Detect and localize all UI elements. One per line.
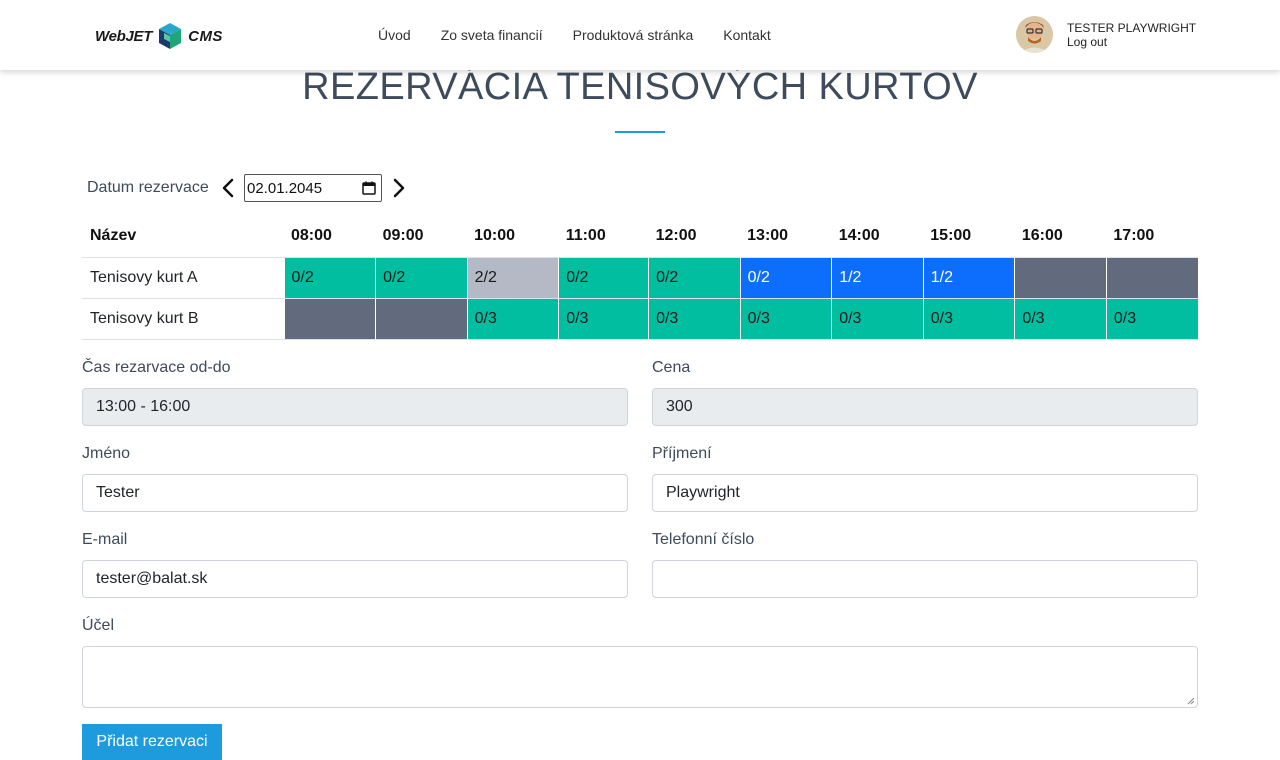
- logout-link[interactable]: Log out: [1067, 35, 1196, 49]
- add-reservation-button[interactable]: Přidat rezervaci: [82, 724, 222, 760]
- table-row: Tenisovy kurt B 0/3 0/3 0/3 0/3 0/3 0/3 0/3 0/3: [82, 298, 1198, 340]
- last-name-field[interactable]: Playwright: [652, 474, 1198, 512]
- first-name-field[interactable]: Tester: [82, 474, 628, 512]
- time-range-label: Čas rezarvace od-do: [82, 359, 231, 376]
- column-header-hour: 10:00: [467, 216, 559, 258]
- time-slot-cell[interactable]: 0/3: [1105, 298, 1198, 340]
- first-name-label: Jméno: [82, 445, 131, 462]
- time-slot-cell[interactable]: 0/2: [558, 257, 649, 299]
- time-slot-cell[interactable]: 1/2: [831, 257, 924, 299]
- column-header-hour: 08:00: [284, 216, 376, 258]
- time-range-field[interactable]: 13:00 - 16:00: [82, 388, 628, 426]
- column-header-hour: 13:00: [740, 216, 832, 258]
- date-input-value: 02.01.2045: [247, 179, 323, 197]
- time-slot-cell: [1014, 257, 1107, 299]
- user-name: TESTER PLAYWRIGHT: [1067, 20, 1197, 35]
- table-row: Tenisovy kurt A 0/2 0/2 2/2 0/2 0/2 0/2 1/2 1/2: [82, 257, 1198, 299]
- nav-link-uvod[interactable]: Úvod: [378, 27, 411, 43]
- time-slot-cell: [1105, 257, 1198, 299]
- nav-link-zo-sveta-financii[interactable]: Zo sveta financií: [441, 27, 543, 43]
- purpose-label: Účel: [82, 617, 115, 634]
- table-header-row: Název 08:00 09:00 10:00 11:00 12:00 13:0…: [82, 216, 1198, 258]
- time-range-value: 13:00 - 16:00: [96, 398, 191, 415]
- column-header-hour: 15:00: [923, 216, 1015, 258]
- page-title: REZERVÁCIA TENISOVÝCH KURTOV: [302, 66, 978, 108]
- main-nav: Úvod Zo sveta financií Produktová stránk…: [378, 27, 771, 43]
- price-label: Cena: [652, 359, 691, 376]
- calendar-icon[interactable]: [362, 181, 376, 195]
- logo-word-cms: CMS: [188, 27, 223, 45]
- site-header: WebJET CMS Úvod Zo sveta financií Produk…: [0, 0, 1280, 70]
- nav-link-kontakt[interactable]: Kontakt: [723, 27, 770, 43]
- date-input[interactable]: 02.01.2045: [244, 174, 382, 202]
- time-slot-cell[interactable]: 2/2: [466, 257, 559, 299]
- user-info: TESTER PLAYWRIGHT Log out: [1067, 21, 1196, 49]
- date-label: Datum rezervace: [87, 179, 209, 196]
- column-header-name: Název: [82, 216, 284, 258]
- purpose-textarea[interactable]: [82, 646, 1198, 708]
- column-header-hour: 17:00: [1106, 216, 1198, 258]
- court-name: Tenisovy kurt B: [82, 298, 284, 340]
- resize-grip-icon[interactable]: [1187, 697, 1195, 705]
- column-header-hour: 16:00: [1014, 216, 1107, 258]
- chevron-right-icon[interactable]: [388, 177, 408, 199]
- column-header-hour: 12:00: [648, 216, 741, 258]
- court-name: Tenisovy kurt A: [82, 257, 284, 299]
- chevron-left-icon[interactable]: [219, 177, 239, 199]
- logo-word-webjet: WebJET: [95, 27, 153, 45]
- email-value: tester@balat.sk: [96, 570, 208, 587]
- column-header-hour: 09:00: [375, 216, 468, 258]
- phone-field[interactable]: [652, 560, 1198, 598]
- webjet-logo[interactable]: WebJET CMS: [95, 22, 223, 50]
- time-slot-cell[interactable]: 0/3: [1014, 298, 1107, 340]
- logo-cube-icon: [159, 23, 182, 49]
- title-underline: [615, 131, 665, 133]
- time-slot-cell[interactable]: 0/2: [283, 257, 376, 299]
- last-name-value: Playwright: [666, 484, 740, 501]
- column-header-hour: 11:00: [558, 216, 649, 258]
- user-panel: TESTER PLAYWRIGHT Log out: [1016, 16, 1196, 53]
- time-slot-cell[interactable]: 0/3: [831, 298, 924, 340]
- time-slot-cell[interactable]: 0/3: [558, 298, 649, 340]
- time-slot-cell[interactable]: 0/3: [648, 298, 741, 340]
- column-header-hour: 14:00: [831, 216, 924, 258]
- first-name-value: Tester: [96, 484, 140, 501]
- email-field[interactable]: tester@balat.sk: [82, 560, 628, 598]
- last-name-label: Příjmení: [652, 445, 712, 462]
- price-field[interactable]: 300: [652, 388, 1198, 426]
- email-label: E-mail: [82, 531, 128, 548]
- time-slot-cell[interactable]: 0/3: [739, 298, 832, 340]
- time-slot-cell[interactable]: 0/2: [739, 257, 832, 299]
- price-value: 300: [666, 398, 693, 415]
- time-slot-cell[interactable]: 0/3: [466, 298, 559, 340]
- avatar[interactable]: [1016, 16, 1053, 53]
- avatar-icon: [1016, 16, 1053, 53]
- phone-label: Telefonní číslo: [652, 531, 755, 548]
- time-slot-cell[interactable]: 0/3: [922, 298, 1015, 340]
- time-slot-cell[interactable]: 0/2: [375, 257, 468, 299]
- time-slot-cell[interactable]: 0/2: [648, 257, 741, 299]
- time-slot-cell[interactable]: 1/2: [922, 257, 1015, 299]
- nav-link-produktova-stranka[interactable]: Produktová stránka: [573, 27, 694, 43]
- time-slot-cell: [283, 298, 376, 340]
- reservation-table: Název 08:00 09:00 10:00 11:00 12:00 13:0…: [82, 216, 1198, 340]
- time-slot-cell: [375, 298, 468, 340]
